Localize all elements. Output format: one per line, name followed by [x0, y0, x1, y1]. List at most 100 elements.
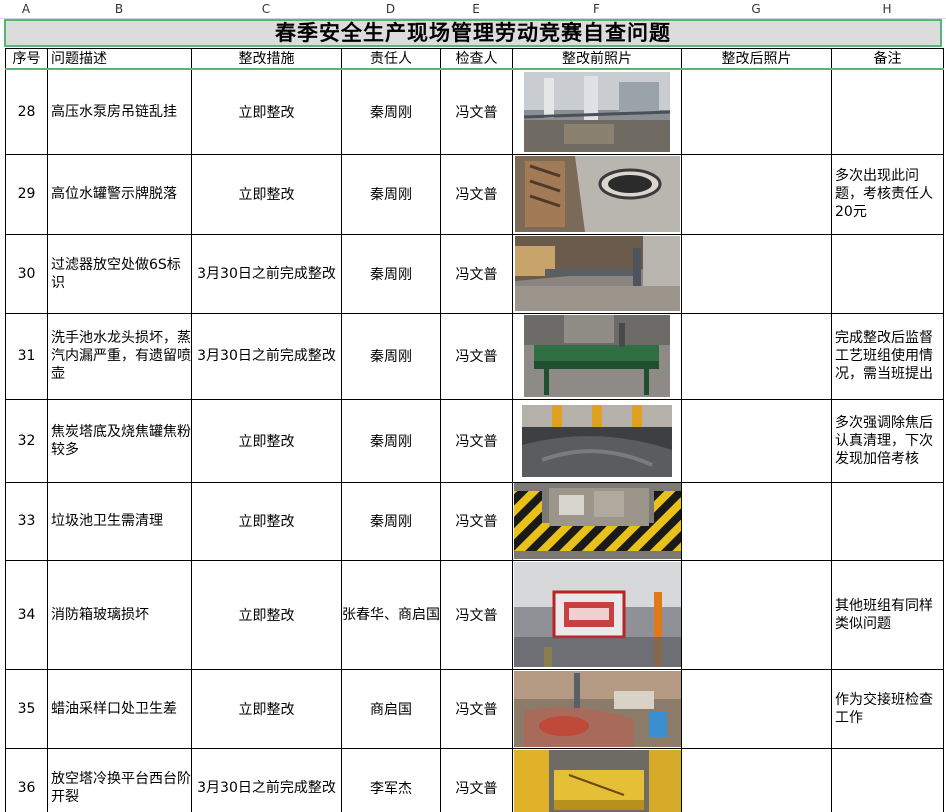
cell-owner[interactable]: 商启国: [341, 668, 441, 749]
header-description[interactable]: 问题描述: [47, 48, 192, 70]
cell-after-photo[interactable]: [681, 668, 832, 749]
cell-note[interactable]: [831, 233, 944, 314]
cell-note[interactable]: [831, 68, 944, 155]
filter-vent-photo[interactable]: [514, 236, 680, 311]
column-header-a[interactable]: A: [5, 0, 47, 18]
cell-owner[interactable]: 秦周刚: [341, 233, 441, 314]
coke-tower-photo[interactable]: [522, 404, 672, 477]
cell-measure[interactable]: 3月30日之前完成整改: [191, 747, 342, 812]
cell-owner[interactable]: 秦周刚: [341, 68, 441, 155]
column-header-c[interactable]: C: [191, 0, 341, 18]
cell-note[interactable]: [831, 747, 944, 812]
cell-checker[interactable]: 冯文普: [440, 153, 513, 235]
cell-description[interactable]: 消防箱玻璃损坏: [47, 559, 192, 670]
table-row: 35 蜡油采样口处卫生差 立即整改 商启国 冯文普 作为交接班检查工作: [5, 668, 944, 749]
cell-before-photo[interactable]: [512, 233, 682, 314]
cell-checker[interactable]: 冯文普: [440, 668, 513, 749]
header-serial[interactable]: 序号: [5, 48, 48, 70]
cell-description[interactable]: 过滤器放空处做6S标识: [47, 233, 192, 314]
sheet-title[interactable]: 春季安全生产现场管理劳动竞赛自查问题: [4, 19, 942, 47]
column-header-d[interactable]: D: [341, 0, 440, 18]
cell-description[interactable]: 高位水罐警示牌脱落: [47, 153, 192, 235]
column-header-h[interactable]: H: [831, 0, 943, 18]
cell-before-photo[interactable]: [512, 312, 682, 400]
cell-owner[interactable]: 李军杰: [341, 747, 441, 812]
cell-serial[interactable]: 33: [5, 481, 48, 561]
cell-owner[interactable]: 秦周刚: [341, 312, 441, 400]
wash-basin-photo[interactable]: [524, 315, 670, 397]
cell-note[interactable]: [831, 481, 944, 561]
cell-note[interactable]: 其他班组有同样类似问题: [831, 559, 944, 670]
cell-checker[interactable]: 冯文普: [440, 233, 513, 314]
cell-description[interactable]: 焦炭塔底及烧焦罐焦粉较多: [47, 398, 192, 483]
header-measure[interactable]: 整改措施: [191, 48, 342, 70]
sampling-port-photo[interactable]: [513, 670, 681, 747]
cell-measure[interactable]: 3月30日之前完成整改: [191, 312, 342, 400]
cell-note[interactable]: 多次出现此问题，考核责任人20元: [831, 153, 944, 235]
cell-after-photo[interactable]: [681, 153, 832, 235]
column-header-g[interactable]: G: [681, 0, 831, 18]
cell-serial[interactable]: 34: [5, 559, 48, 670]
cell-serial[interactable]: 30: [5, 233, 48, 314]
cell-after-photo[interactable]: [681, 481, 832, 561]
cell-after-photo[interactable]: [681, 233, 832, 314]
cell-after-photo[interactable]: [681, 559, 832, 670]
cell-after-photo[interactable]: [681, 68, 832, 155]
cell-description[interactable]: 垃圾池卫生需清理: [47, 481, 192, 561]
water-tank-photo[interactable]: [514, 156, 680, 232]
cell-serial[interactable]: 28: [5, 68, 48, 155]
cell-description[interactable]: 洗手池水龙头损坏，蒸汽内漏严重，有遗留喷壶: [47, 312, 192, 400]
cell-owner[interactable]: 秦周刚: [341, 398, 441, 483]
cell-measure[interactable]: 立即整改: [191, 68, 342, 155]
cell-before-photo[interactable]: [512, 481, 682, 561]
cell-before-photo[interactable]: [512, 668, 682, 749]
cell-description[interactable]: 放空塔冷换平台西台阶开裂: [47, 747, 192, 812]
cell-before-photo[interactable]: [512, 68, 682, 155]
cell-measure[interactable]: 立即整改: [191, 153, 342, 235]
fire-box-photo[interactable]: [513, 562, 681, 667]
header-checker[interactable]: 检查人: [440, 48, 513, 70]
header-before-photo[interactable]: 整改前照片: [512, 48, 682, 70]
column-header-e[interactable]: E: [440, 0, 512, 18]
table-row: 29 高位水罐警示牌脱落 立即整改 秦周刚 冯文普 多次出现此问题，考核责任人2…: [5, 153, 944, 235]
cell-serial[interactable]: 31: [5, 312, 48, 400]
header-after-photo[interactable]: 整改后照片: [681, 48, 832, 70]
cell-before-photo[interactable]: [512, 747, 682, 812]
cell-checker[interactable]: 冯文普: [440, 398, 513, 483]
cell-note[interactable]: 多次强调除焦后认真清理，下次发现加倍考核: [831, 398, 944, 483]
cell-description[interactable]: 蜡油采样口处卫生差: [47, 668, 192, 749]
cell-serial[interactable]: 32: [5, 398, 48, 483]
header-note[interactable]: 备注: [831, 48, 944, 70]
cell-checker[interactable]: 冯文普: [440, 481, 513, 561]
header-owner[interactable]: 责任人: [341, 48, 441, 70]
cell-measure[interactable]: 立即整改: [191, 559, 342, 670]
platform-steps-photo[interactable]: [513, 750, 681, 812]
cell-serial[interactable]: 35: [5, 668, 48, 749]
cell-checker[interactable]: 冯文普: [440, 559, 513, 670]
column-header-b[interactable]: B: [47, 0, 191, 18]
cell-checker[interactable]: 冯文普: [440, 312, 513, 400]
cell-note[interactable]: 完成整改后监督工艺班组使用情况，需当班提出: [831, 312, 944, 400]
cell-after-photo[interactable]: [681, 312, 832, 400]
cell-checker[interactable]: 冯文普: [440, 747, 513, 812]
cell-measure[interactable]: 立即整改: [191, 481, 342, 561]
cell-before-photo[interactable]: [512, 398, 682, 483]
cell-note[interactable]: 作为交接班检查工作: [831, 668, 944, 749]
cell-serial[interactable]: 36: [5, 747, 48, 812]
cell-measure[interactable]: 立即整改: [191, 398, 342, 483]
cell-after-photo[interactable]: [681, 398, 832, 483]
cell-owner[interactable]: 张春华、商启国: [341, 559, 441, 670]
cell-owner[interactable]: 秦周刚: [341, 481, 441, 561]
cell-before-photo[interactable]: [512, 559, 682, 670]
garbage-pit-photo[interactable]: [513, 483, 681, 559]
cell-before-photo[interactable]: [512, 153, 682, 235]
cell-owner[interactable]: 秦周刚: [341, 153, 441, 235]
cell-measure[interactable]: 立即整改: [191, 668, 342, 749]
cell-after-photo[interactable]: [681, 747, 832, 812]
cell-checker[interactable]: 冯文普: [440, 68, 513, 155]
pump-room-photo[interactable]: [524, 71, 670, 152]
column-header-f[interactable]: F: [512, 0, 681, 18]
cell-description[interactable]: 高压水泵房吊链乱挂: [47, 68, 192, 155]
cell-measure[interactable]: 3月30日之前完成整改: [191, 233, 342, 314]
cell-serial[interactable]: 29: [5, 153, 48, 235]
